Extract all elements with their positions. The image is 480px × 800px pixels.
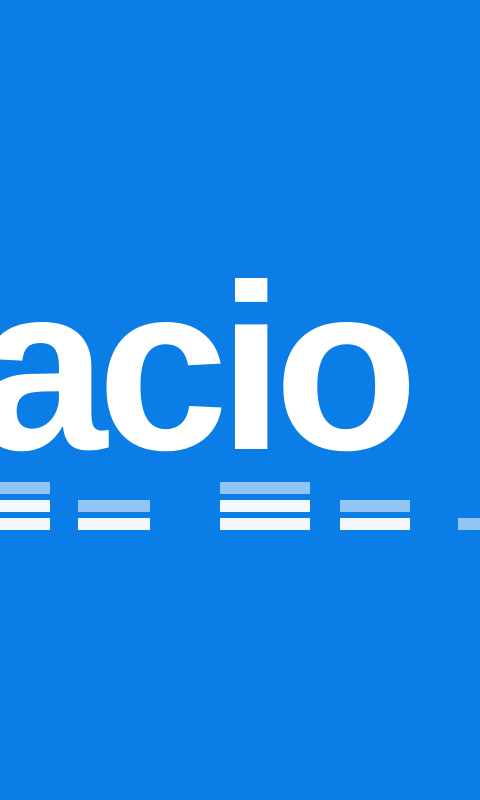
equalizer-bar <box>220 500 310 512</box>
equalizer-bars-icon <box>0 0 480 800</box>
equalizer-bar <box>0 482 50 494</box>
equalizer-bar <box>220 518 310 530</box>
equalizer-bar <box>78 500 150 512</box>
equalizer-bar <box>220 482 310 494</box>
equalizer-bar <box>0 518 50 530</box>
equalizer-bar <box>340 500 410 512</box>
equalizer-bar <box>458 518 480 530</box>
equalizer-bar <box>78 518 150 530</box>
equalizer-bar <box>340 518 410 530</box>
splash-screen: acio <box>0 0 480 800</box>
equalizer-bar <box>0 500 50 512</box>
